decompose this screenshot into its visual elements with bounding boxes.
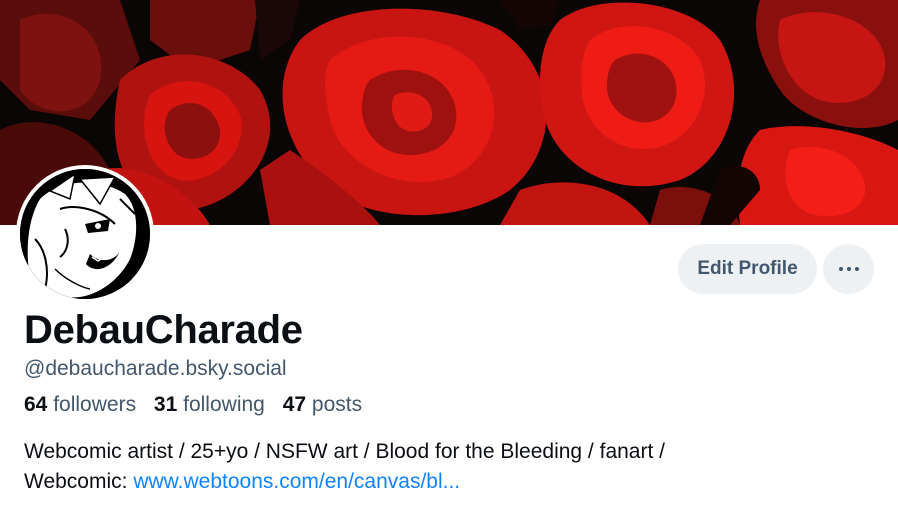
bio-link[interactable]: www.webtoons.com/en/canvas/bl... — [133, 470, 460, 493]
following-count: 31 — [153, 393, 178, 416]
posts-count: 47 — [282, 393, 307, 416]
posts-label: posts — [311, 393, 363, 416]
bio-prefix: Webcomic: — [24, 470, 134, 493]
followers-stat[interactable]: 64 followers — [24, 393, 136, 416]
posts-stat: 47 posts — [283, 393, 362, 416]
following-stat[interactable]: 31 following — [154, 393, 265, 416]
display-name: DebauCharade — [24, 308, 303, 352]
profile-stats: 64 followers 31 following 47 posts — [24, 393, 374, 417]
bio-line-1: Webcomic artist / 25+yo / NSFW art / Blo… — [24, 440, 665, 463]
edit-profile-label: Edit Profile — [697, 258, 798, 279]
bio-line-2: Webcomic: www.webtoons.com/en/canvas/bl.… — [24, 467, 874, 497]
ellipsis-icon — [838, 267, 859, 271]
followers-label: followers — [53, 393, 137, 416]
edit-profile-button[interactable]: Edit Profile — [678, 244, 817, 294]
followers-count: 64 — [24, 393, 48, 416]
avatar-illustration — [20, 169, 150, 299]
more-options-button[interactable] — [823, 244, 874, 294]
profile-handle: @debaucharade.bsky.social — [24, 357, 287, 380]
following-label: following — [183, 393, 265, 416]
profile-avatar[interactable] — [16, 165, 154, 303]
profile-bio: Webcomic artist / 25+yo / NSFW art / Blo… — [24, 437, 874, 497]
